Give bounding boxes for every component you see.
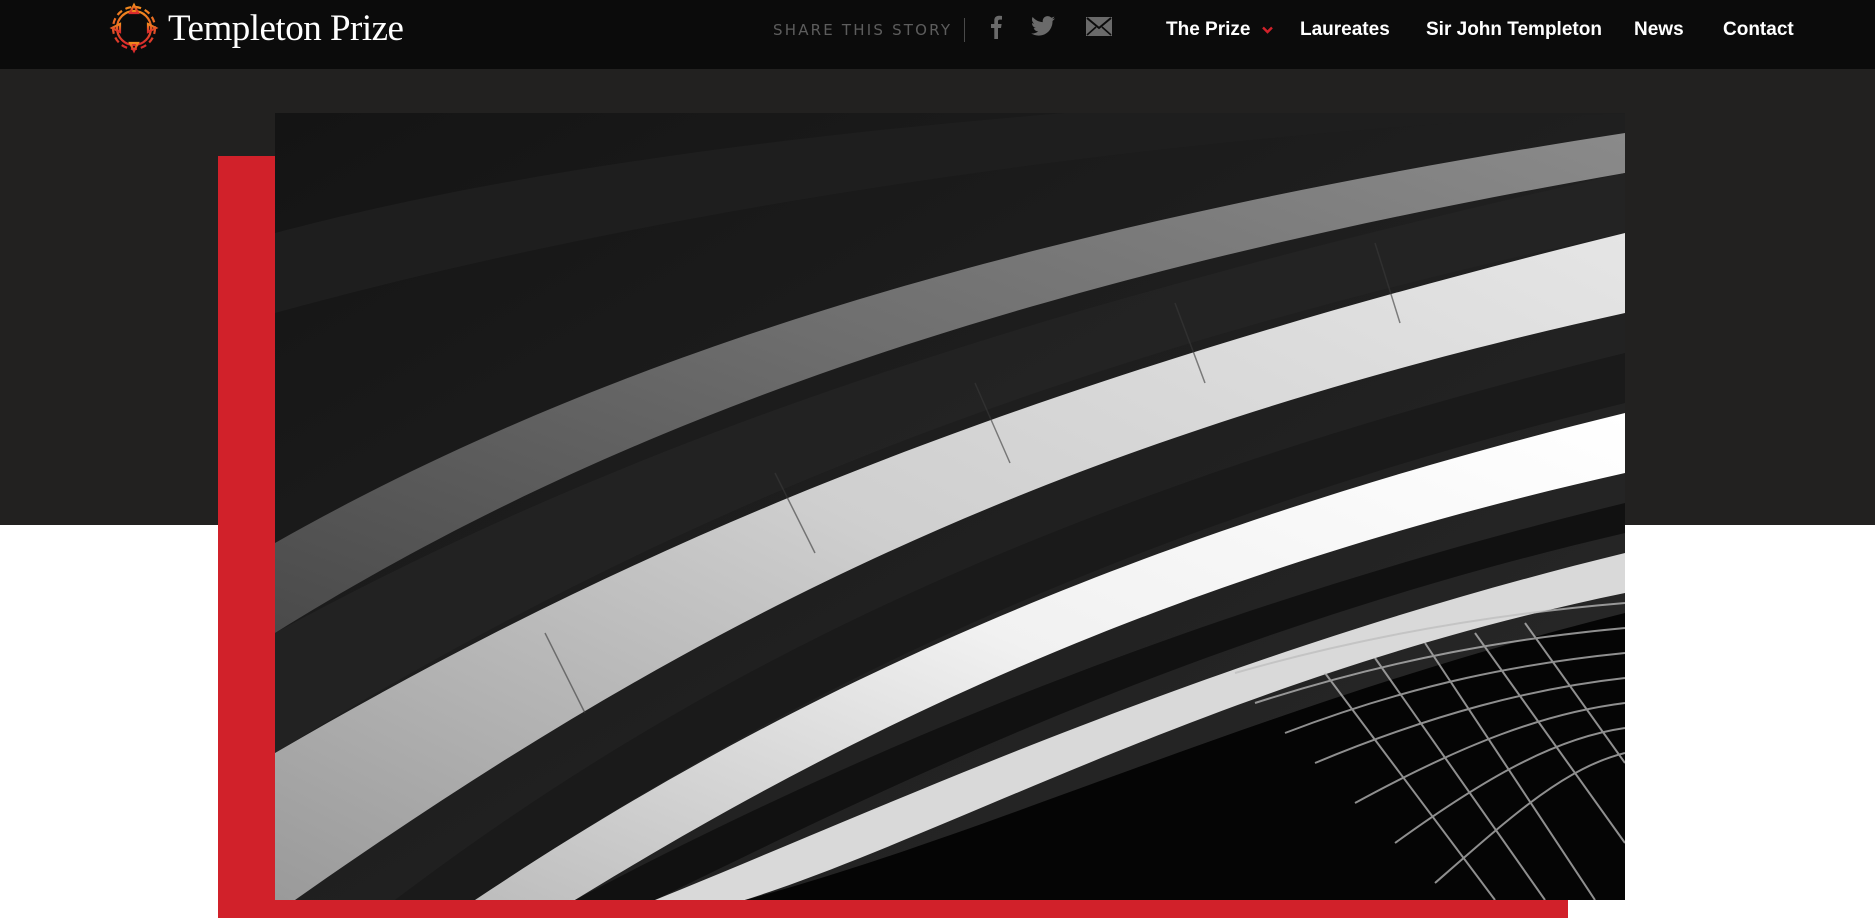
facebook-share-button[interactable]: [990, 15, 1002, 43]
nav-sir-john-templeton[interactable]: Sir John Templeton: [1426, 18, 1602, 42]
nav-sir-john-templeton-label: Sir John Templeton: [1426, 19, 1602, 40]
nav-news[interactable]: News: [1634, 18, 1684, 42]
twitter-share-button[interactable]: [1031, 16, 1055, 44]
chevron-down-icon: [1261, 26, 1273, 34]
site-header: Templeton Prize SHARE THIS STORY The Pri…: [0, 0, 1875, 69]
architecture-photo: [275, 113, 1625, 900]
nav-contact[interactable]: Contact: [1723, 18, 1794, 42]
nav-contact-label: Contact: [1723, 19, 1794, 40]
nav-news-label: News: [1634, 19, 1684, 40]
mail-icon: [1086, 17, 1112, 36]
hero-image: [275, 113, 1625, 900]
logo-mark-icon: [109, 2, 159, 54]
nav-laureates[interactable]: Laureates: [1300, 18, 1390, 42]
nav-laureates-label: Laureates: [1300, 19, 1390, 40]
logo-text: Templeton Prize: [168, 7, 404, 49]
nav-the-prize-label: The Prize: [1166, 19, 1251, 40]
site-logo[interactable]: Templeton Prize: [108, 0, 404, 56]
nav-the-prize[interactable]: The Prize: [1166, 18, 1273, 42]
email-share-button[interactable]: [1086, 17, 1112, 45]
twitter-icon: [1031, 16, 1055, 36]
share-divider: [964, 18, 965, 42]
facebook-icon: [991, 15, 1002, 39]
share-label: SHARE THIS STORY: [773, 21, 953, 39]
